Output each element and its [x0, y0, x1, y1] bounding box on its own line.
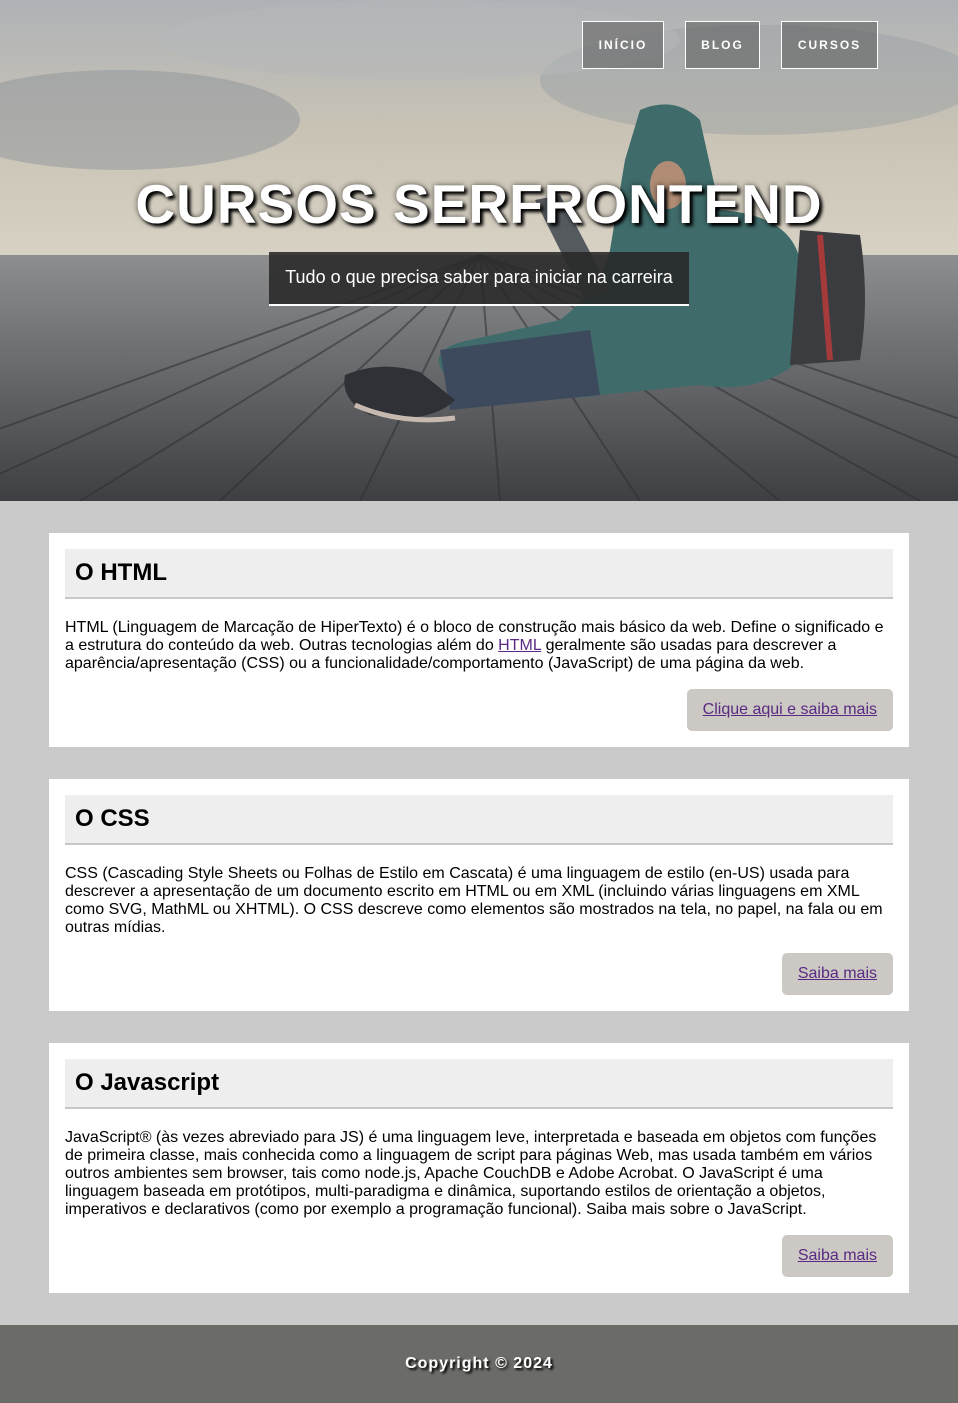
card-text: HTML (Linguagem de Marcação de HiperText… — [65, 619, 893, 673]
top-nav: INÍCIO BLOG CURSOS — [582, 21, 878, 69]
card-css: O CSS CSS (Cascading Style Sheets ou Fol… — [49, 779, 909, 1011]
card-title: O CSS — [65, 795, 893, 845]
card-html: O HTML HTML (Linguagem de Marcação de Hi… — [49, 533, 909, 747]
nav-cursos[interactable]: CURSOS — [781, 21, 878, 69]
copyright-text: Copyright © 2024 — [405, 1355, 553, 1372]
hero-subtitle: Tudo o que precisa saber para iniciar na… — [269, 252, 689, 306]
learn-more-button[interactable]: Saiba mais — [781, 953, 893, 995]
card-title: O HTML — [65, 549, 893, 599]
learn-more-button[interactable]: Clique aqui e saiba mais — [686, 689, 893, 731]
nav-inicio[interactable]: INÍCIO — [582, 21, 664, 69]
hero-background-image — [0, 0, 958, 501]
hero-banner: INÍCIO BLOG CURSOS CURSOS SERFRONTEND Tu… — [0, 0, 958, 501]
learn-more-button[interactable]: Saiba mais — [781, 1235, 893, 1277]
footer: Copyright © 2024 — [0, 1325, 958, 1403]
nav-blog[interactable]: BLOG — [685, 21, 760, 69]
card-title: O Javascript — [65, 1059, 893, 1109]
card-text: JavaScript® (às vezes abreviado para JS)… — [65, 1129, 877, 1218]
html-inline-link[interactable]: HTML — [498, 637, 541, 654]
hero-title: CURSOS SERFRONTEND — [135, 173, 823, 235]
card-text: CSS (Cascading Style Sheets ou Folhas de… — [65, 865, 883, 936]
card-javascript: O Javascript JavaScript® (às vezes abrev… — [49, 1043, 909, 1293]
